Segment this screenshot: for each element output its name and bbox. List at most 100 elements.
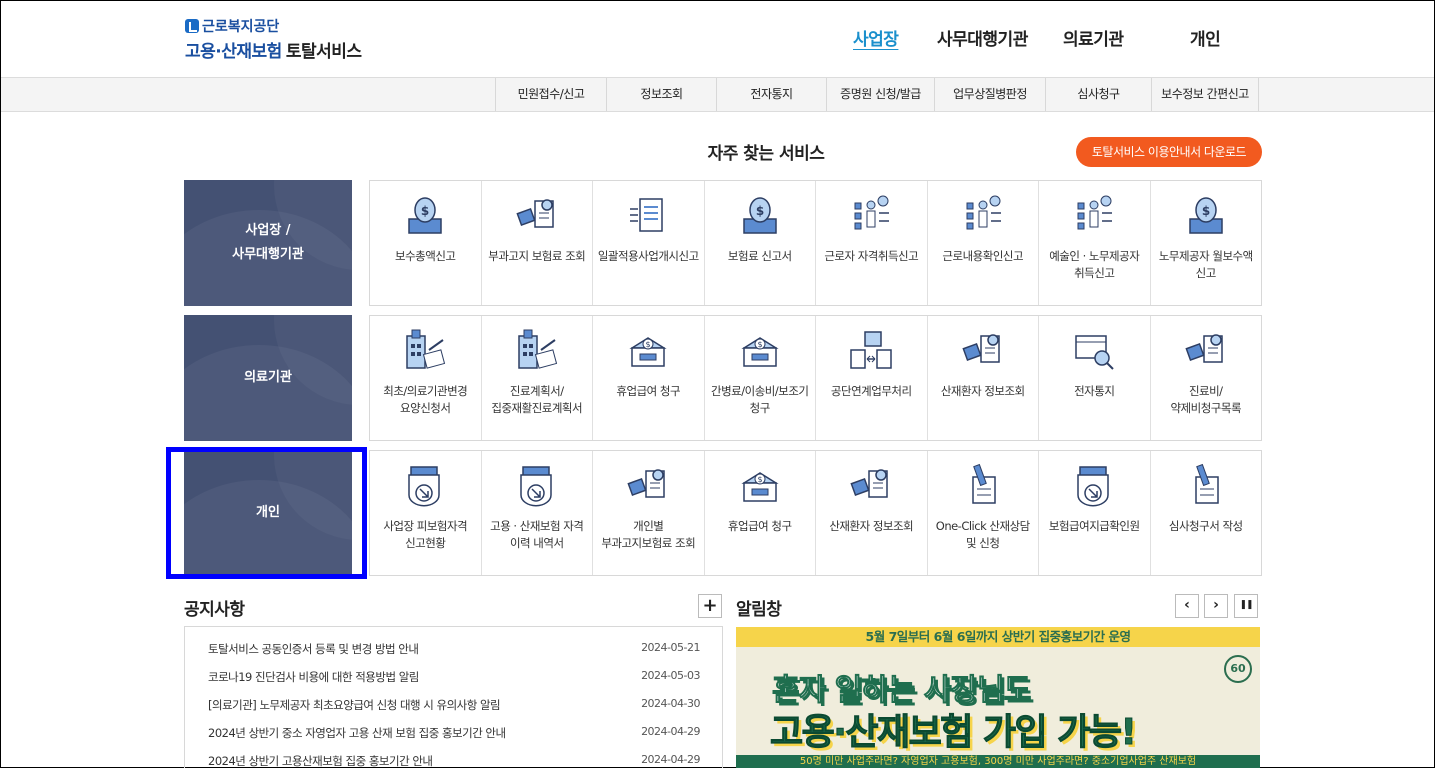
service-grid-workplace: $ 보수총액신고 부과고지 보험료 조회 일괄적용사업개시신고 $ 보험료 신고… [369, 180, 1262, 306]
service-leave-benefit-claim[interactable]: $ 휴업급여 청구 [592, 316, 704, 440]
service-premium-inquiry[interactable]: 부과고지 보험료 조회 [480, 181, 593, 305]
category-medical[interactable]: 의료기관 [184, 315, 352, 441]
service-label: 산재환자 정보조회 [829, 519, 914, 533]
alert-banner[interactable]: 5월 7일부터 6월 6일까지 상반기 집중홍보기간 운영 60 혼자 일하는 … [736, 627, 1260, 768]
service-label: 보수총액신고 [395, 249, 456, 263]
notices-more-button[interactable]: + [698, 594, 722, 618]
service-treatment-plan[interactable]: 진료계획서/집중재활진료계획서 [480, 316, 593, 440]
service-benefit-confirmation[interactable]: 보험급여지급확인원 [1038, 451, 1150, 575]
subnav-civil-petition[interactable]: 민원접수/신고 [495, 78, 606, 111]
coin-box-icon: $ [741, 337, 779, 367]
alerts-title: 알림창 [736, 600, 782, 620]
notice-date: 2024-05-21 [641, 641, 700, 654]
hospital-document-icon [518, 329, 557, 369]
document-search-icon [850, 469, 888, 498]
service-label: 보험료 신고서 [727, 249, 792, 263]
service-work-content-report[interactable]: 근로내용확인신고 [926, 181, 1039, 305]
category-label: 사업장 / [245, 223, 291, 238]
coin-box-icon: $ [629, 337, 667, 367]
service-linked-processing[interactable]: 공단연계업무처리 [815, 316, 927, 440]
money-bag-icon: $ [1189, 197, 1223, 234]
nav-workplace[interactable]: 사업장 [853, 25, 899, 50]
service-label: 보험급여지급확인원 [1048, 519, 1140, 533]
service-bulk-business-start[interactable]: 일괄적용사업개시신고 [592, 181, 704, 305]
service-insured-status[interactable]: 사업장 피보험자격 신고현황 [370, 451, 481, 575]
people-list-icon [1077, 195, 1113, 230]
notice-date: 2024-05-03 [641, 669, 700, 682]
svg-text:$: $ [646, 340, 651, 349]
service-personal-premium[interactable]: 개인별 부과고지보험료 조회 [592, 451, 704, 575]
pen-document-icon [1195, 463, 1219, 504]
service-grid-individual: 사업장 피보험자격 신고현황 고용 · 산재보험 자격 이력 내역서 개인별 부… [369, 450, 1262, 576]
subnav-review-request[interactable]: 심사청구 [1045, 78, 1151, 111]
list-item[interactable]: 2024년 상반기 고용산재보험 집중 홍보기간 안내 2024-04-29 [208, 753, 700, 768]
svg-text:$: $ [1202, 204, 1210, 218]
alerts-prev-button[interactable]: ‹ [1175, 594, 1199, 618]
subnav-e-notice[interactable]: 전자통지 [716, 78, 826, 111]
alerts-next-button[interactable]: › [1204, 594, 1228, 618]
service-initial-care-application[interactable]: 최초/의료기관변경 요양신청서 [370, 316, 481, 440]
folder-exchange-icon [850, 331, 892, 369]
money-bag-icon: $ [743, 197, 777, 234]
notice-date: 2024-04-29 [641, 725, 700, 738]
service-worker-acquisition[interactable]: 근로자 자격취득신고 [815, 181, 927, 305]
banner-anniversary-badge: 60 [1224, 655, 1252, 683]
hospital-document-icon [406, 329, 446, 369]
sub-navigation: 민원접수/신고 정보조회 전자통지 증명원 신청/발급 업무상질병판정 심사청구… [1, 78, 1434, 112]
list-item[interactable]: 토탈서비스 공동인증서 등록 및 변경 방법 안내 2024-05-21 [208, 641, 700, 661]
service-label: 전자통지 [1074, 384, 1115, 398]
service-patient-info[interactable]: 산재환자 정보조회 [926, 316, 1039, 440]
service-label: 근로자 자격취득신고 [824, 249, 919, 263]
category-workplace[interactable]: 사업장 / 사무대행기관 [184, 180, 352, 306]
logo-mark-icon [185, 19, 199, 33]
nav-agency[interactable]: 사무대행기관 [937, 25, 1028, 50]
subnav-info-lookup[interactable]: 정보조회 [606, 78, 716, 111]
service-label: 부과고지 보험료 조회 [488, 249, 586, 263]
service-wage-total-report[interactable]: $ 보수총액신고 [370, 181, 481, 305]
service-patient-info-individual[interactable]: 산재환자 정보조회 [815, 451, 927, 575]
notice-title: 토탈서비스 공동인증서 등록 및 변경 방법 안내 [208, 642, 419, 656]
site-logo[interactable]: 근로복지공단 고용·산재보험 토탈서비스 [185, 17, 362, 62]
notice-title: [의료기관] 노무제공자 최초요양급여 신청 대행 시 유의사항 알림 [208, 698, 501, 712]
svg-text:$: $ [421, 204, 429, 218]
services-title: 자주 찾는 서비스 [707, 144, 825, 164]
logo-service-suffix: 토탈서비스 [285, 42, 362, 62]
nav-medical[interactable]: 의료기관 [1063, 25, 1124, 50]
subnav-wage-report[interactable]: 보수정보 간편신고 [1151, 78, 1259, 111]
list-item[interactable]: 2024년 상반기 중소 자영업자 고용 산재 보험 집중 홍보기간 안내 202… [208, 725, 700, 745]
report-arrow-icon [408, 466, 440, 507]
document-search-icon [1185, 334, 1223, 363]
service-e-notice[interactable]: 전자통지 [1038, 316, 1150, 440]
logo-service-name: 고용·산재보험 [185, 42, 282, 62]
banner-period: 5월 7일부터 6월 6일까지 상반기 집중홍보기간 운영 [736, 627, 1260, 647]
alerts-pause-button[interactable]: ❚❚ [1234, 594, 1258, 618]
notice-date: 2024-04-29 [641, 753, 700, 766]
service-leave-benefit-claim-individual[interactable]: $ 휴업급여 청구 [703, 451, 816, 575]
service-label: 노무제공자 월보수액 신고 [1158, 249, 1253, 280]
site-header: 근로복지공단 고용·산재보험 토탈서비스 사업장 사무대행기관 의료기관 개인 [1, 1, 1434, 78]
service-care-cost-claim[interactable]: $ 간병료/이송비/보조기 청구 [703, 316, 816, 440]
service-label: 사업장 피보험자격 신고현황 [383, 519, 468, 550]
service-label: 산재환자 정보조회 [940, 384, 1025, 398]
svg-text:$: $ [757, 475, 762, 484]
service-one-click-consult[interactable]: One-Click 산재상담 및 신청 [926, 451, 1039, 575]
nav-individual[interactable]: 개인 [1190, 25, 1221, 50]
service-qualification-history[interactable]: 고용 · 산재보험 자격 이력 내역서 [480, 451, 593, 575]
service-label: 심사청구서 작성 [1168, 519, 1243, 533]
guide-download-button[interactable]: 토탈서비스 이용안내서 다운로드 [1076, 137, 1262, 167]
list-item[interactable]: 코로나19 진단검사 비용에 대한 적용방법 알림 2024-05-03 [208, 669, 700, 689]
service-medical-fee-list[interactable]: 진료비/약제비청구목록 [1149, 316, 1262, 440]
service-premium-report[interactable]: $ 보험료 신고서 [703, 181, 816, 305]
service-label: One-Click 산재상담 및 신청 [935, 519, 1030, 550]
report-arrow-icon [520, 466, 552, 507]
banner-main-text: 고용·산재보험 가입 가능! [769, 712, 1137, 754]
service-review-request-write[interactable]: 심사청구서 작성 [1149, 451, 1262, 575]
subnav-disease-judgment[interactable]: 업무상질병판정 [934, 78, 1045, 111]
logo-org-name: 근로복지공단 [202, 19, 280, 35]
service-artist-acquisition[interactable]: 예술인 · 노무제공자 취득신고 [1038, 181, 1150, 305]
document-transfer-icon [630, 198, 663, 232]
category-label: 의료기관 [244, 370, 292, 385]
list-item[interactable]: [의료기관] 노무제공자 최초요양급여 신청 대행 시 유의사항 알림 2024-… [208, 697, 700, 717]
subnav-certificate[interactable]: 증명원 신청/발급 [826, 78, 934, 111]
service-monthly-wage-report[interactable]: $ 노무제공자 월보수액 신고 [1149, 181, 1262, 305]
